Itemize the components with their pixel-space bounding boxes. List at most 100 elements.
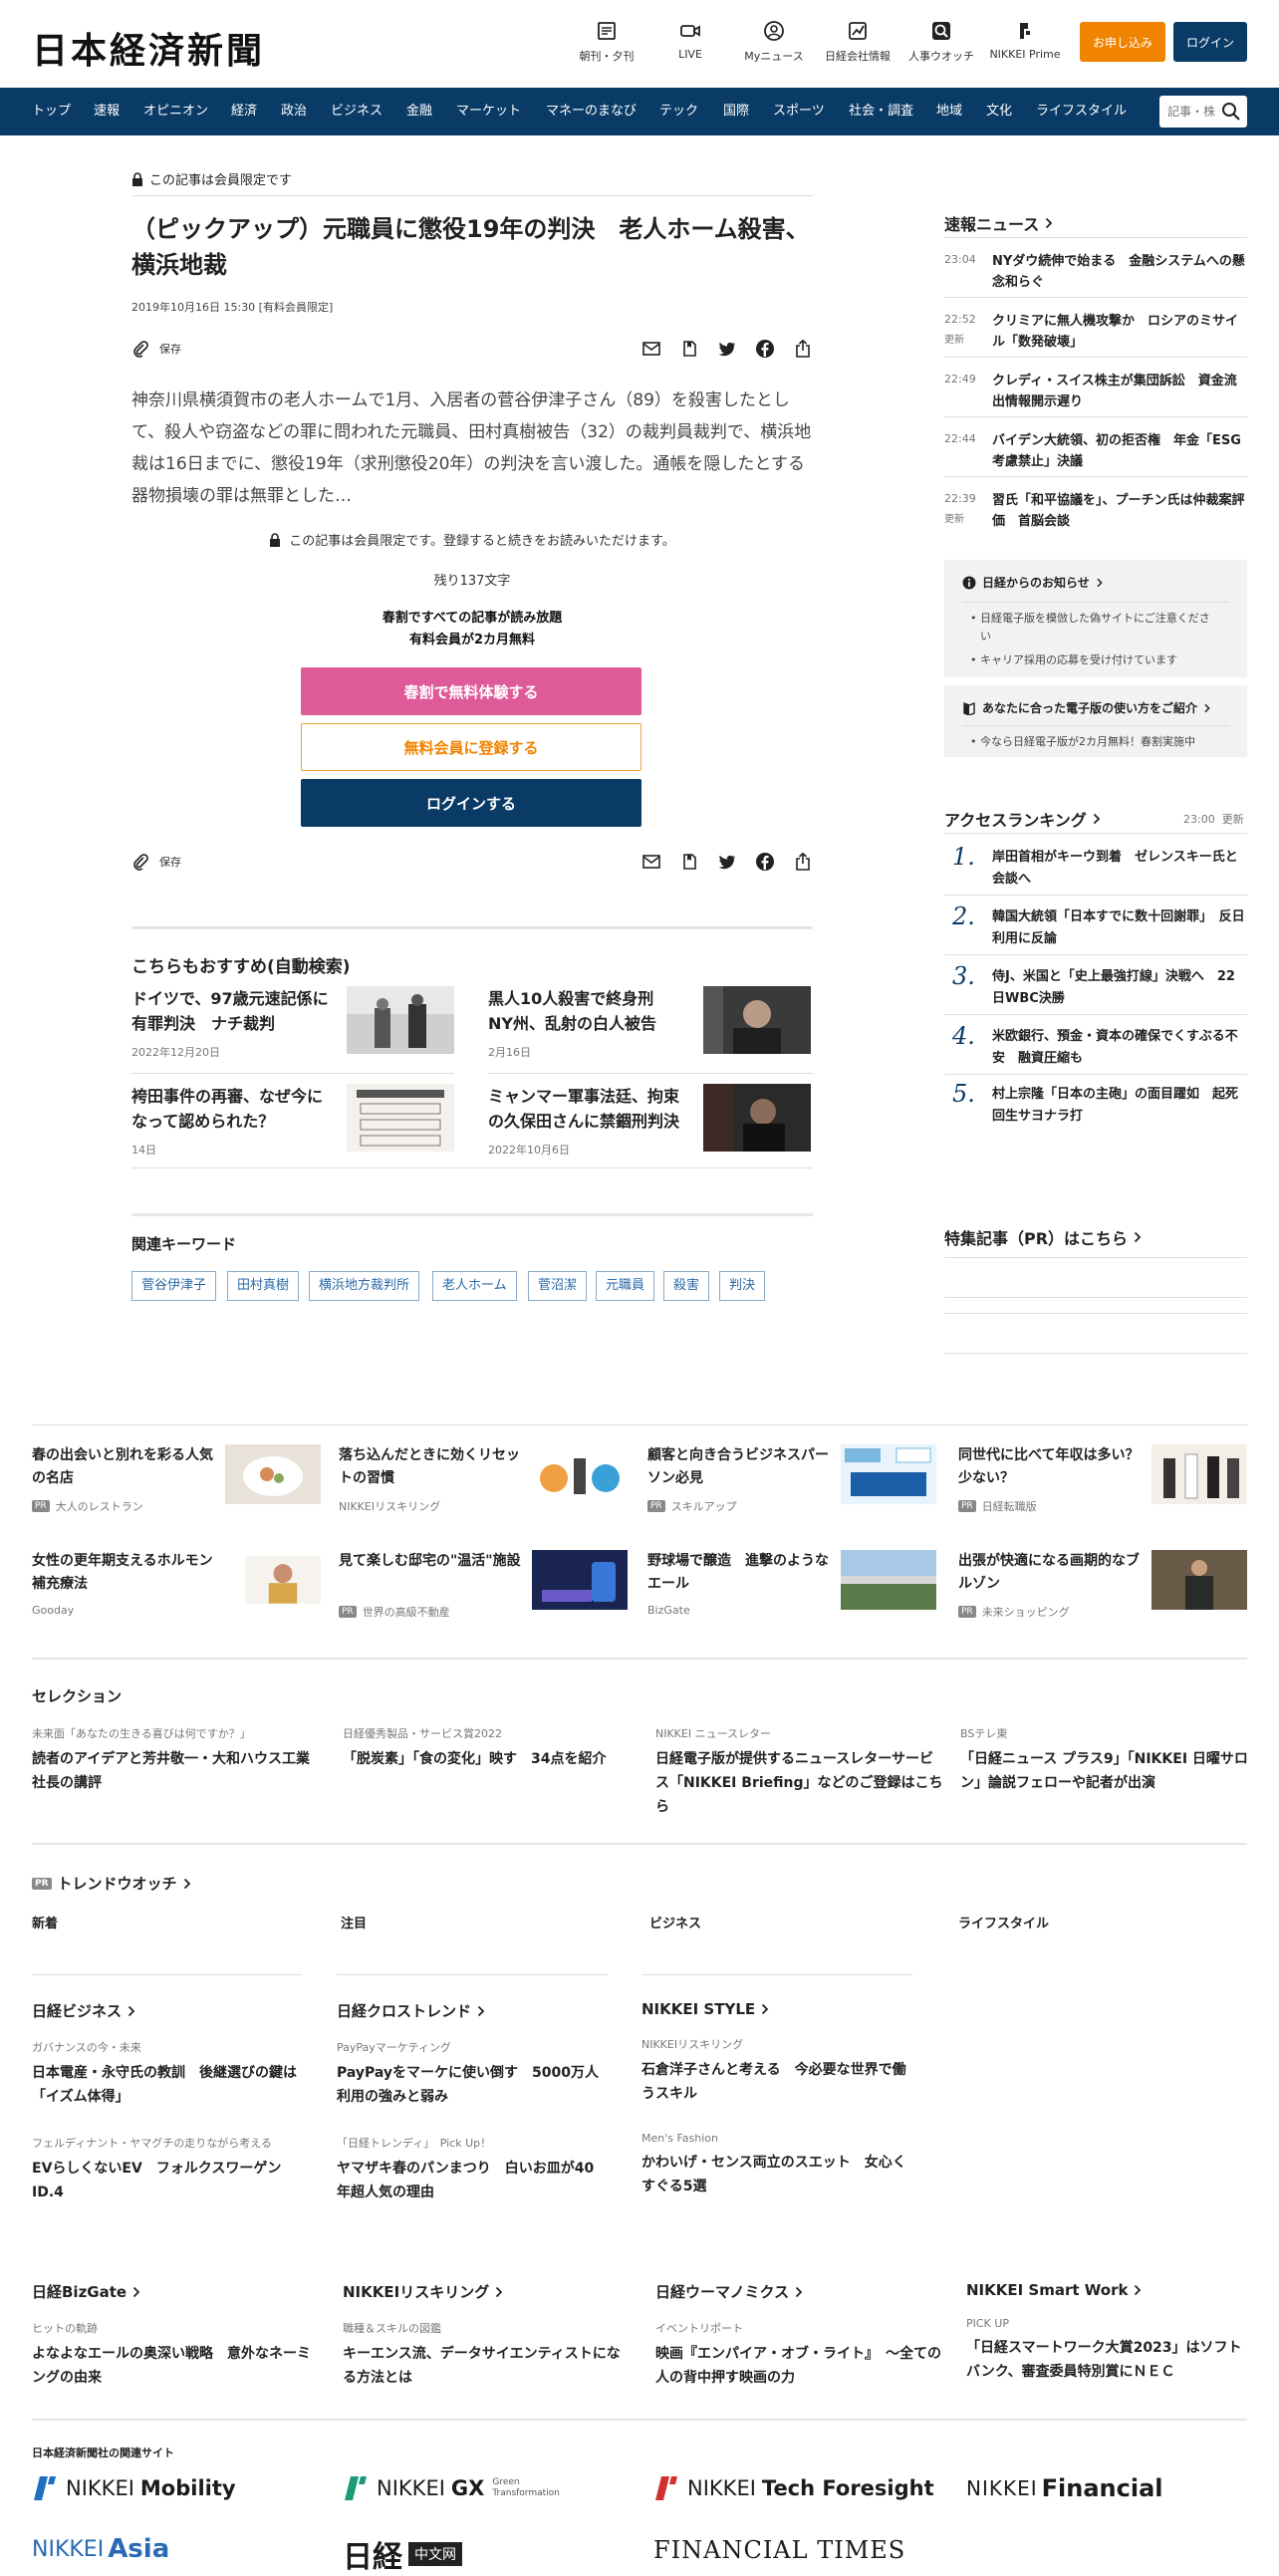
- flash-news-heading[interactable]: 速報ニュース: [944, 211, 1053, 235]
- logo-nikkei-mobility[interactable]: NIKKEI Mobility: [32, 2474, 236, 2502]
- nav-item-politics[interactable]: 政治: [281, 88, 307, 135]
- share-icon[interactable]: [793, 852, 813, 872]
- header-login-button[interactable]: ログイン: [1173, 22, 1247, 62]
- trend-title[interactable]: よなよなエールの奥深い戦略 意外なネーミングの由来: [32, 2342, 321, 2390]
- trial-button[interactable]: 春割で無料体験する: [301, 667, 641, 715]
- mail-icon[interactable]: [641, 339, 661, 359]
- recommend-item[interactable]: 黒人10人殺害で終身刑 NY州、乱射の白人被告 2月16日: [488, 986, 811, 1066]
- ranking-item[interactable]: 4. 米欧銀行、預金・資本の確保でくすぶる不安 融資圧縮も: [944, 1022, 1247, 1072]
- trend-title[interactable]: 日本電産・永守氏の教訓 後継選びの鍵は「イズム体得」: [32, 2061, 303, 2109]
- pr-heading[interactable]: 特集記事（PR）はこちら: [944, 1225, 1142, 1249]
- flash-item[interactable]: 22:39 更新 習氏「和平協議を」、プーチン氏は仲裁案評価 首脳会談: [944, 492, 1247, 530]
- nav-item-market[interactable]: マーケット: [456, 88, 521, 135]
- trend-heading[interactable]: PR トレンドウオッチ: [32, 1873, 191, 1894]
- facebook-icon[interactable]: [755, 852, 775, 872]
- selection-item[interactable]: BSテレ東 「日経ニュース プラス9」「NIKKEI 日曜サロン」論説フェローや…: [960, 1725, 1249, 1795]
- pr-item[interactable]: 落ち込んだときに効くリセットの習慣 NIKKEIリスキリング: [339, 1444, 628, 1524]
- ranking-item[interactable]: 5. 村上宗隆「日本の主砲」の面目躍如 起死回生サヨナラ打: [944, 1080, 1247, 1130]
- trend-group-heading[interactable]: 日経クロストレンド: [337, 2000, 608, 2021]
- logo-nikkei-chinese[interactable]: 日経 中文网: [343, 2532, 462, 2576]
- site-logo[interactable]: 日本経済新聞: [32, 22, 265, 74]
- header-link-mynews[interactable]: Myニュース: [733, 20, 815, 64]
- keyword-tag[interactable]: 判決: [719, 1271, 766, 1301]
- search-icon[interactable]: [1221, 102, 1241, 122]
- pr-item[interactable]: 春の出会いと別れを彩る人気の名店 PR 大人のレストラン: [32, 1444, 321, 1524]
- save-button[interactable]: 保存: [131, 340, 181, 358]
- recommend-item[interactable]: 袴田事件の再審、なぜ今になって認められた？ 14日: [131, 1084, 454, 1163]
- selection-item[interactable]: 日経優秀製品・サービス賞2022 「脱炭素」「食の変化」映す 34点を紹介: [343, 1725, 632, 1771]
- trend-group-heading[interactable]: NIKKEI Smart Work: [966, 2281, 1255, 2299]
- pr-item[interactable]: 見て楽しむ邸宅の"温活"施設 PR 世界の高級不動産: [339, 1550, 628, 1630]
- trend-group-heading[interactable]: 日経ビジネス: [32, 2000, 303, 2021]
- trend-tab-popular[interactable]: 注目: [341, 1913, 367, 1932]
- trend-title[interactable]: EVらしくないEV フォルクスワーゲンID.4: [32, 2157, 303, 2204]
- keyword-tag[interactable]: 元職員: [596, 1271, 655, 1301]
- twitter-icon[interactable]: [717, 339, 737, 359]
- pr-item[interactable]: 同世代に比べて年収は多い？少ない？ PR 日経転職版: [958, 1444, 1247, 1524]
- header-link-prime[interactable]: NIKKEI Prime: [984, 20, 1066, 64]
- pr-item[interactable]: 顧客と向き合うビジネスパーソン必見 PR スキルアップ: [647, 1444, 936, 1524]
- trend-group-heading[interactable]: NIKKEIリスキリング: [343, 2281, 632, 2302]
- flash-item[interactable]: 22:49 クレディ・スイス株主が集団訴訟 資金流出情報開示遅り: [944, 373, 1247, 410]
- header-link-paper[interactable]: 朝刊・夕刊: [566, 20, 647, 64]
- header-link-jinji[interactable]: 人事ウオッチ: [900, 20, 982, 64]
- trend-title[interactable]: 「日経スマートワーク大賞2023」はソフトバンク、審査委員特別賞にＮＥＣ: [966, 2336, 1255, 2384]
- mail-icon[interactable]: [641, 852, 661, 872]
- logo-nikkei-tech-foresight[interactable]: NIKKEI Tech Foresight: [653, 2474, 934, 2502]
- trend-title[interactable]: 石倉洋子さんと考える 今必要な世界で働うスキル: [641, 2058, 912, 2106]
- logo-financial-times[interactable]: FINANCIAL TIMES: [653, 2536, 905, 2564]
- trend-group-heading[interactable]: 日経BizGate: [32, 2281, 321, 2302]
- pr-item[interactable]: 出張が快適になる画期的なブルゾン PR 未来ショッピング: [958, 1550, 1247, 1630]
- notice-item[interactable]: 日経電子版を模倣した偽サイトにご注意ください: [970, 610, 1219, 645]
- ranking-item[interactable]: 2. 韓国大統領「日本すでに数十回謝罪」 反日利用に反論: [944, 902, 1247, 952]
- ranking-heading[interactable]: アクセスランキング: [944, 807, 1101, 831]
- trend-tab-business[interactable]: ビジネス: [649, 1913, 701, 1932]
- nav-item-world[interactable]: 国際: [723, 88, 749, 135]
- keyword-tag[interactable]: 菅沼潔: [528, 1271, 588, 1301]
- keyword-tag[interactable]: 老人ホーム: [432, 1271, 517, 1301]
- nav-item-finance[interactable]: 金融: [406, 88, 432, 135]
- nav-item-opinion[interactable]: オピニオン: [143, 88, 208, 135]
- recommend-item[interactable]: ドイツで、97歳元速記係に有罪判決 ナチ裁判 2022年12月20日: [131, 986, 454, 1066]
- ranking-item[interactable]: 3. 侍J、米国と「史上最強打線」決戦へ 22日WBC決勝: [944, 962, 1247, 1012]
- nav-item-sports[interactable]: スポーツ: [773, 88, 825, 135]
- keyword-tag[interactable]: 横浜地方裁判所: [309, 1271, 420, 1301]
- trend-title[interactable]: かわいげ・センス両立のスエット 女心くすぐる5選: [641, 2151, 912, 2198]
- flash-item[interactable]: 22:52 更新 クリミアに無人機攻撃か ロシアのミサイル「数発破壊」: [944, 313, 1247, 351]
- twitter-icon[interactable]: [717, 852, 737, 872]
- apply-button[interactable]: お申し込み: [1080, 22, 1165, 62]
- notice-heading[interactable]: 日経からのお知らせ: [962, 574, 1110, 591]
- flash-item[interactable]: 23:04 NYダウ続伸で始まる 金融システムへの懸念和らぐ: [944, 253, 1247, 291]
- notice-item[interactable]: キャリア採用の応募を受け付けています: [970, 651, 1219, 669]
- logo-nikkei-gx[interactable]: NIKKEI GX Green Transformation: [343, 2474, 562, 2502]
- save-button[interactable]: 保存: [131, 853, 181, 871]
- nav-item-society[interactable]: 社会・調査: [849, 88, 913, 135]
- keyword-tag[interactable]: 菅谷伊津子: [131, 1271, 217, 1301]
- share-icon[interactable]: [793, 339, 813, 359]
- trend-group-heading[interactable]: 日経ウーマノミクス: [655, 2281, 944, 2302]
- nav-item-culture[interactable]: 文化: [986, 88, 1012, 135]
- guide-heading[interactable]: あなたに合った電子版の使い方をご紹介: [962, 699, 1217, 716]
- keyword-tag[interactable]: 殺害: [663, 1271, 710, 1301]
- ranking-item[interactable]: 1. 岸田首相がキーウ到着 ゼレンスキー氏と会談へ: [944, 843, 1247, 893]
- trend-title[interactable]: ヤマザキ春のパンまつり 白いお皿が40年超人気の理由: [337, 2157, 608, 2204]
- trend-title[interactable]: 映画『エンパイア・オブ・ライト』 ～全ての人の背中押す映画の力: [655, 2342, 944, 2390]
- trend-tab-new[interactable]: 新着: [32, 1913, 58, 1932]
- nav-item-economy[interactable]: 経済: [231, 88, 257, 135]
- keyword-tag[interactable]: 田村真樹: [227, 1271, 300, 1301]
- nav-item-lifestyle[interactable]: ライフスタイル: [1036, 88, 1127, 135]
- header-link-live[interactable]: LIVE: [649, 20, 731, 64]
- recommend-item[interactable]: ミャンマー軍事法廷、拘束の久保田さんに禁錮刑判決 2022年10月6日: [488, 1084, 811, 1163]
- search-input[interactable]: [1159, 96, 1217, 128]
- nav-item-tech[interactable]: テック: [659, 88, 698, 135]
- nav-item-top[interactable]: トップ: [32, 88, 71, 135]
- trend-title[interactable]: PayPayをマーケに使い倒す 5000万人利用の強みと弱み: [337, 2061, 608, 2109]
- bookmark-icon[interactable]: [679, 339, 699, 359]
- header-link-company[interactable]: 日経会社情報: [817, 20, 898, 64]
- bookmark-icon[interactable]: [679, 852, 699, 872]
- nav-item-business[interactable]: ビジネス: [331, 88, 383, 135]
- selection-item[interactable]: 未来面「あなたの生きる喜びは何ですか？」 読者のアイデアと芳井敬一・大和ハウス工…: [32, 1725, 321, 1795]
- trend-tab-lifestyle[interactable]: ライフスタイル: [958, 1913, 1049, 1932]
- nav-item-money[interactable]: マネーのまなび: [546, 88, 637, 135]
- pr-item[interactable]: 女性の更年期支えるホルモン補充療法 Gooday: [32, 1550, 321, 1630]
